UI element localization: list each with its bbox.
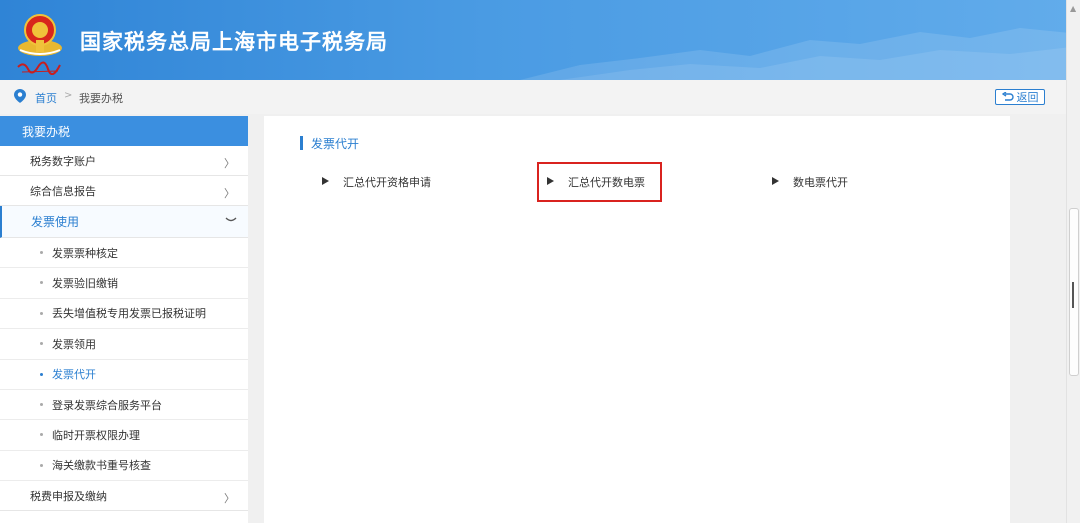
submenu-item[interactable]: 发票验旧缴销 bbox=[0, 268, 248, 299]
submenu-item-label: 发票验旧缴销 bbox=[52, 277, 118, 291]
submenu-item-label: 丢失增值税专用发票已报税证明 bbox=[52, 307, 206, 321]
bullet-dot bbox=[40, 433, 43, 437]
chevron-down-icon bbox=[225, 217, 237, 222]
sidebar-item-label: 发票使用 bbox=[31, 215, 80, 229]
scrollbar-thumb[interactable] bbox=[1069, 208, 1079, 376]
site-header: 国家税务总局上海市电子税务局 bbox=[0, 0, 1080, 80]
submenu-item-label: 临时开票权限办理 bbox=[52, 429, 140, 443]
submenu-item[interactable]: 海关缴款书重号核查 bbox=[0, 451, 248, 482]
submenu-item[interactable]: 丢失增值税专用发票已报税证明 bbox=[0, 299, 248, 330]
china-tax-logo bbox=[17, 61, 61, 75]
main-panel: 发票代开 汇总代开资格申请 汇总代开数电票 数电票代开 bbox=[264, 116, 1010, 523]
submenu-item-label: 发票票种核定 bbox=[52, 246, 118, 260]
bullet-dot bbox=[40, 372, 43, 376]
arrow-right-icon bbox=[772, 177, 779, 185]
bullet-dot bbox=[40, 342, 43, 346]
site-title: 国家税务总局上海市电子税务局 bbox=[80, 30, 388, 54]
location-pin-icon bbox=[14, 89, 26, 103]
breadcrumb-current: 我要办税 bbox=[79, 92, 123, 105]
sidebar-item-label: 综合信息报告 bbox=[30, 184, 96, 198]
chevron-right-icon: 〉 bbox=[224, 187, 235, 200]
submenu-item-invoice-issuance-active[interactable]: 发票代开 bbox=[0, 360, 248, 390]
link-label: 汇总代开资格申请 bbox=[343, 176, 431, 189]
sidebar-item-tax-filing[interactable]: 税费申报及缴纳 〉 bbox=[0, 481, 248, 512]
section-title-text: 发票代开 bbox=[311, 137, 360, 151]
breadcrumb-separator: > bbox=[64, 90, 73, 101]
submenu-item-label: 发票代开 bbox=[52, 368, 96, 382]
bullet-dot bbox=[40, 402, 43, 406]
submenu-item-label: 登录发票综合服务平台 bbox=[52, 398, 162, 412]
link-summary-qualification-apply[interactable]: 汇总代开资格申请 bbox=[322, 174, 431, 190]
submenu-item-label: 海关缴款书重号核查 bbox=[52, 459, 151, 473]
sidebar-item-invoice-use[interactable]: 发票使用 bbox=[0, 206, 248, 238]
back-button-label: 返回 bbox=[1016, 91, 1039, 104]
sidebar-item-info-report[interactable]: 综合信息报告 〉 bbox=[0, 176, 248, 206]
bullet-dot bbox=[40, 251, 43, 254]
scrollbar-grip bbox=[1072, 282, 1074, 308]
sidebar-item-tax-digital-account[interactable]: 税务数字账户 〉 bbox=[0, 146, 248, 176]
bullet-dot bbox=[40, 311, 43, 315]
section-title: 发票代开 bbox=[300, 135, 359, 152]
breadcrumb-home-link[interactable]: 首页 bbox=[35, 90, 57, 106]
submenu-item[interactable]: 发票领用 bbox=[0, 329, 248, 360]
chevron-right-icon: 〉 bbox=[224, 492, 235, 506]
sidebar-item-label: 税费申报及缴纳 bbox=[30, 489, 107, 503]
submenu-item-label: 发票领用 bbox=[52, 337, 96, 351]
link-digital-invoice-issuance[interactable]: 数电票代开 bbox=[772, 174, 848, 190]
sidebar-heading: 我要办税 bbox=[0, 116, 248, 146]
highlight-annotation-box bbox=[537, 162, 662, 202]
sidebar-menu: 我要办税 税务数字账户 〉 综合信息报告 〉 发票使用 发票票种核定 发票验旧缴… bbox=[0, 116, 248, 523]
back-button[interactable]: 返回 bbox=[995, 89, 1045, 105]
tax-emblem-icon bbox=[18, 14, 62, 56]
submenu-item[interactable]: 登录发票综合服务平台 bbox=[0, 390, 248, 421]
section-title-bar bbox=[300, 136, 303, 150]
submenu-item[interactable]: 临时开票权限办理 bbox=[0, 420, 248, 451]
scroll-up-arrow-icon[interactable]: ▲ bbox=[1070, 4, 1076, 13]
sidebar-item-label: 税务数字账户 bbox=[30, 154, 96, 168]
link-label: 数电票代开 bbox=[793, 176, 848, 189]
bullet-dot bbox=[40, 281, 43, 285]
breadcrumb: 首页 > 我要办税 返回 bbox=[0, 80, 1066, 114]
bullet-dot bbox=[40, 463, 43, 467]
arrow-right-icon bbox=[322, 177, 329, 185]
chevron-right-icon: 〉 bbox=[224, 157, 235, 170]
great-wall-decoration bbox=[520, 28, 1080, 80]
submenu-item[interactable]: 发票票种核定 bbox=[0, 238, 248, 269]
return-arrow-icon bbox=[1001, 92, 1014, 101]
